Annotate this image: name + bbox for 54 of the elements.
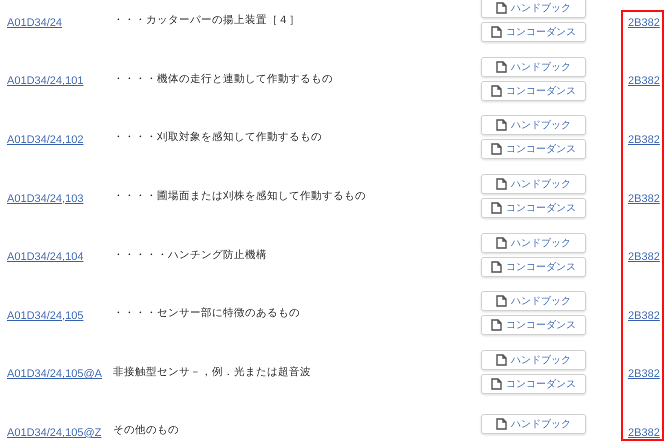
classification-link[interactable]: A01D34/24,104 xyxy=(7,251,84,264)
classification-link[interactable]: A01D34/24,105@Z xyxy=(7,426,102,439)
document-button[interactable]: コンコーダンス xyxy=(481,256,586,277)
document-icon xyxy=(491,378,502,390)
document-button[interactable]: ハンドブック xyxy=(481,56,586,77)
classification-link[interactable]: A01D34/24,103 xyxy=(7,192,84,205)
document-button[interactable]: ハンドブック xyxy=(481,115,586,136)
document-icon xyxy=(491,202,502,214)
classification-link[interactable]: A01D34/24,101 xyxy=(7,75,84,88)
theme-code-link[interactable]: 2B382 xyxy=(628,192,660,205)
theme-code-link[interactable]: 2B382 xyxy=(628,251,660,264)
document-button[interactable]: ハンドブック xyxy=(481,174,586,194)
document-button[interactable]: ハンドブック xyxy=(481,414,586,434)
document-button[interactable]: コンコーダンス xyxy=(481,315,586,336)
classification-link[interactable]: A01D34/24,105 xyxy=(7,310,84,322)
theme-code-link[interactable]: 2B382 xyxy=(628,16,660,29)
classification-link[interactable]: A01D34/24,102 xyxy=(7,134,84,146)
document-icon xyxy=(496,418,507,430)
theme-code-link[interactable]: 2B382 xyxy=(628,368,660,380)
document-icon xyxy=(491,143,502,156)
document-icon xyxy=(491,319,502,332)
document-icon xyxy=(496,2,507,14)
classification-link[interactable]: A01D34/24,105@A xyxy=(7,368,102,380)
document-button[interactable]: ハンドブック xyxy=(481,232,586,253)
document-button[interactable]: コンコーダンス xyxy=(481,22,586,42)
classification-description: ・・・・センサー部に特徴のあるもの xyxy=(113,307,300,320)
theme-code-link[interactable]: 2B382 xyxy=(628,426,660,439)
theme-code-link[interactable]: 2B382 xyxy=(628,310,660,322)
document-button[interactable]: コンコーダンス xyxy=(481,80,586,101)
document-button[interactable]: ハンドブック xyxy=(481,0,586,18)
theme-code-link[interactable]: 2B382 xyxy=(628,75,660,88)
document-icon xyxy=(496,60,507,73)
document-icon xyxy=(491,260,502,273)
document-button[interactable]: コンコーダンス xyxy=(481,374,586,394)
theme-code-link[interactable]: 2B382 xyxy=(628,134,660,146)
document-icon xyxy=(491,26,502,38)
document-button[interactable]: コンコーダンス xyxy=(481,198,586,218)
document-icon xyxy=(496,236,507,249)
classification-description: その他のもの xyxy=(113,424,179,436)
classification-description: ・・・・機体の走行と連動して作動するもの xyxy=(113,72,333,85)
classification-link[interactable]: A01D34/24 xyxy=(7,16,62,29)
document-icon xyxy=(491,84,502,97)
classification-description: ・・・・圃場面または刈株を感知して作動するもの xyxy=(113,190,366,202)
document-icon xyxy=(496,354,507,366)
document-icon xyxy=(496,178,507,190)
document-icon xyxy=(496,295,507,308)
classification-description: ・・・カッターバーの揚上装置［４］ xyxy=(113,14,300,26)
document-button[interactable]: ハンドブック xyxy=(481,350,586,370)
classification-description: 非接触型センサ－，例．光または超音波 xyxy=(113,366,311,378)
classification-description: ・・・・刈取対象を感知して作動するもの xyxy=(113,131,322,144)
classification-description: ・・・・・ハンチング防止機構 xyxy=(113,248,267,261)
document-icon xyxy=(496,119,507,132)
document-button[interactable]: コンコーダンス xyxy=(481,139,586,160)
document-button[interactable]: ハンドブック xyxy=(481,291,586,312)
